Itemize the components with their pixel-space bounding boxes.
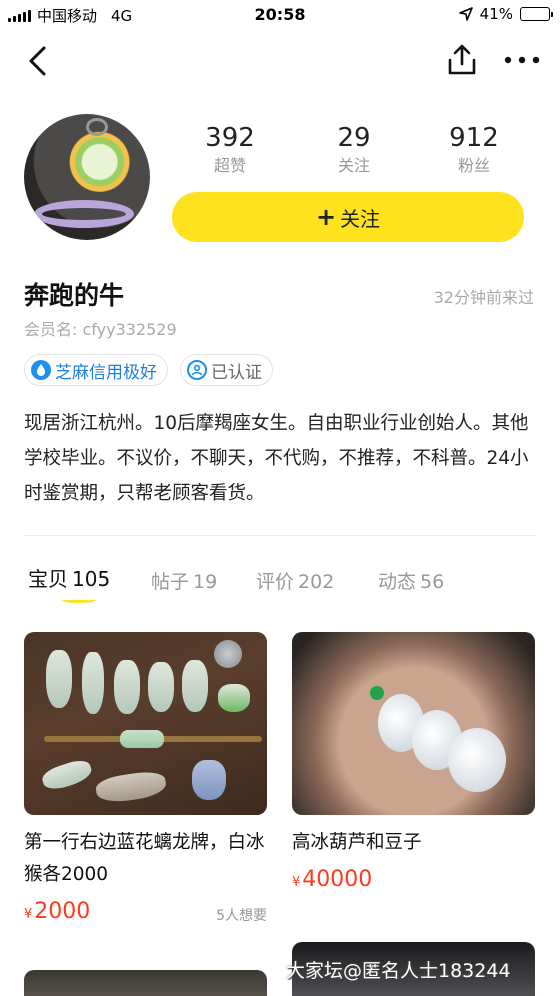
- user-bio: 现居浙江杭州。10后摩羯座女生。自由职业行业创始人。其他学校毕业。不议价，不聊天…: [24, 413, 529, 504]
- tab-active-indicator: [62, 597, 96, 603]
- item-image[interactable]: [24, 632, 267, 815]
- item-price: ¥ 40000: [292, 867, 535, 892]
- avatar[interactable]: [24, 114, 150, 240]
- status-right: 41%: [458, 5, 553, 23]
- follow-label: 关注: [340, 206, 381, 231]
- last-seen: 32分钟前来过: [433, 288, 534, 307]
- profile-stats: 392 超赞 29 关注 912 粉丝: [172, 122, 524, 186]
- item-price: ¥ 2000 5人想要: [24, 899, 267, 924]
- tab-label: 帖子: [151, 571, 190, 593]
- stat-label: 关注: [337, 156, 370, 175]
- nav-bar: [0, 36, 560, 86]
- tab-label: 动态: [378, 571, 417, 593]
- tab-label: 评价: [256, 571, 295, 593]
- item-card[interactable]: [24, 970, 267, 996]
- status-bar: 中国移动 4G 20:58 41%: [0, 0, 560, 30]
- battery-percent: 41%: [479, 5, 513, 23]
- item-card[interactable]: 高冰葫芦和豆子 ¥ 40000: [292, 632, 535, 892]
- tab-count: 105: [72, 567, 111, 591]
- tab-count: 19: [193, 571, 218, 593]
- follow-button[interactable]: + 关注: [172, 192, 524, 242]
- zhima-icon: [31, 360, 51, 380]
- plus-icon: +: [315, 203, 337, 231]
- stat-value: 392: [205, 123, 255, 153]
- certified-label: 已认证: [211, 362, 262, 383]
- location-arrow-icon: [458, 7, 473, 21]
- back-icon[interactable]: [22, 42, 56, 80]
- zhima-credit-badge[interactable]: 芝麻信用极好: [24, 354, 168, 386]
- stat-following[interactable]: 29 关注: [304, 122, 404, 178]
- currency-symbol: ¥: [292, 875, 301, 890]
- tab-activity[interactable]: 动态 56: [378, 567, 444, 594]
- more-icon[interactable]: [500, 42, 544, 78]
- item-image[interactable]: [292, 632, 535, 815]
- currency-symbol: ¥: [24, 907, 33, 922]
- stat-value: 29: [337, 123, 371, 153]
- share-icon[interactable]: [444, 42, 480, 78]
- member-id: 会员名: cfyy332529: [24, 320, 177, 339]
- tab-count: 202: [298, 571, 335, 593]
- price-value: 2000: [34, 899, 91, 924]
- tab-items[interactable]: 宝贝 105: [28, 563, 110, 592]
- divider: [24, 535, 536, 536]
- stat-likes[interactable]: 392 超赞: [180, 122, 280, 178]
- stat-label: 超赞: [213, 156, 246, 175]
- avatar-ring: [86, 118, 108, 136]
- zhima-label: 芝麻信用极好: [55, 362, 157, 383]
- item-card[interactable]: 第一行右边蓝花螭龙牌，白冰猴各2000 ¥ 2000 5人想要: [24, 632, 267, 924]
- tab-count: 56: [420, 571, 445, 593]
- wants-count: 5人想要: [216, 908, 267, 924]
- avatar-bangle: [34, 200, 134, 228]
- verified-icon: [187, 360, 207, 380]
- battery-icon: [520, 7, 553, 21]
- item-title: 高冰葫芦和豆子: [292, 832, 422, 853]
- certified-badge[interactable]: 已认证: [180, 354, 273, 386]
- stat-followers[interactable]: 912 粉丝: [424, 122, 524, 178]
- item-title: 第一行右边蓝花螭龙牌，白冰猴各2000: [24, 832, 265, 885]
- user-name: 奔跑的牛: [24, 281, 125, 310]
- stat-value: 912: [449, 123, 499, 153]
- tab-reviews[interactable]: 评价 202: [256, 567, 334, 594]
- stat-label: 粉丝: [457, 156, 490, 175]
- price-value: 40000: [302, 867, 373, 892]
- watermark: 大家坛@匿名人士183244: [286, 960, 511, 982]
- tab-posts[interactable]: 帖子 19: [151, 567, 217, 594]
- tab-label: 宝贝: [28, 567, 68, 591]
